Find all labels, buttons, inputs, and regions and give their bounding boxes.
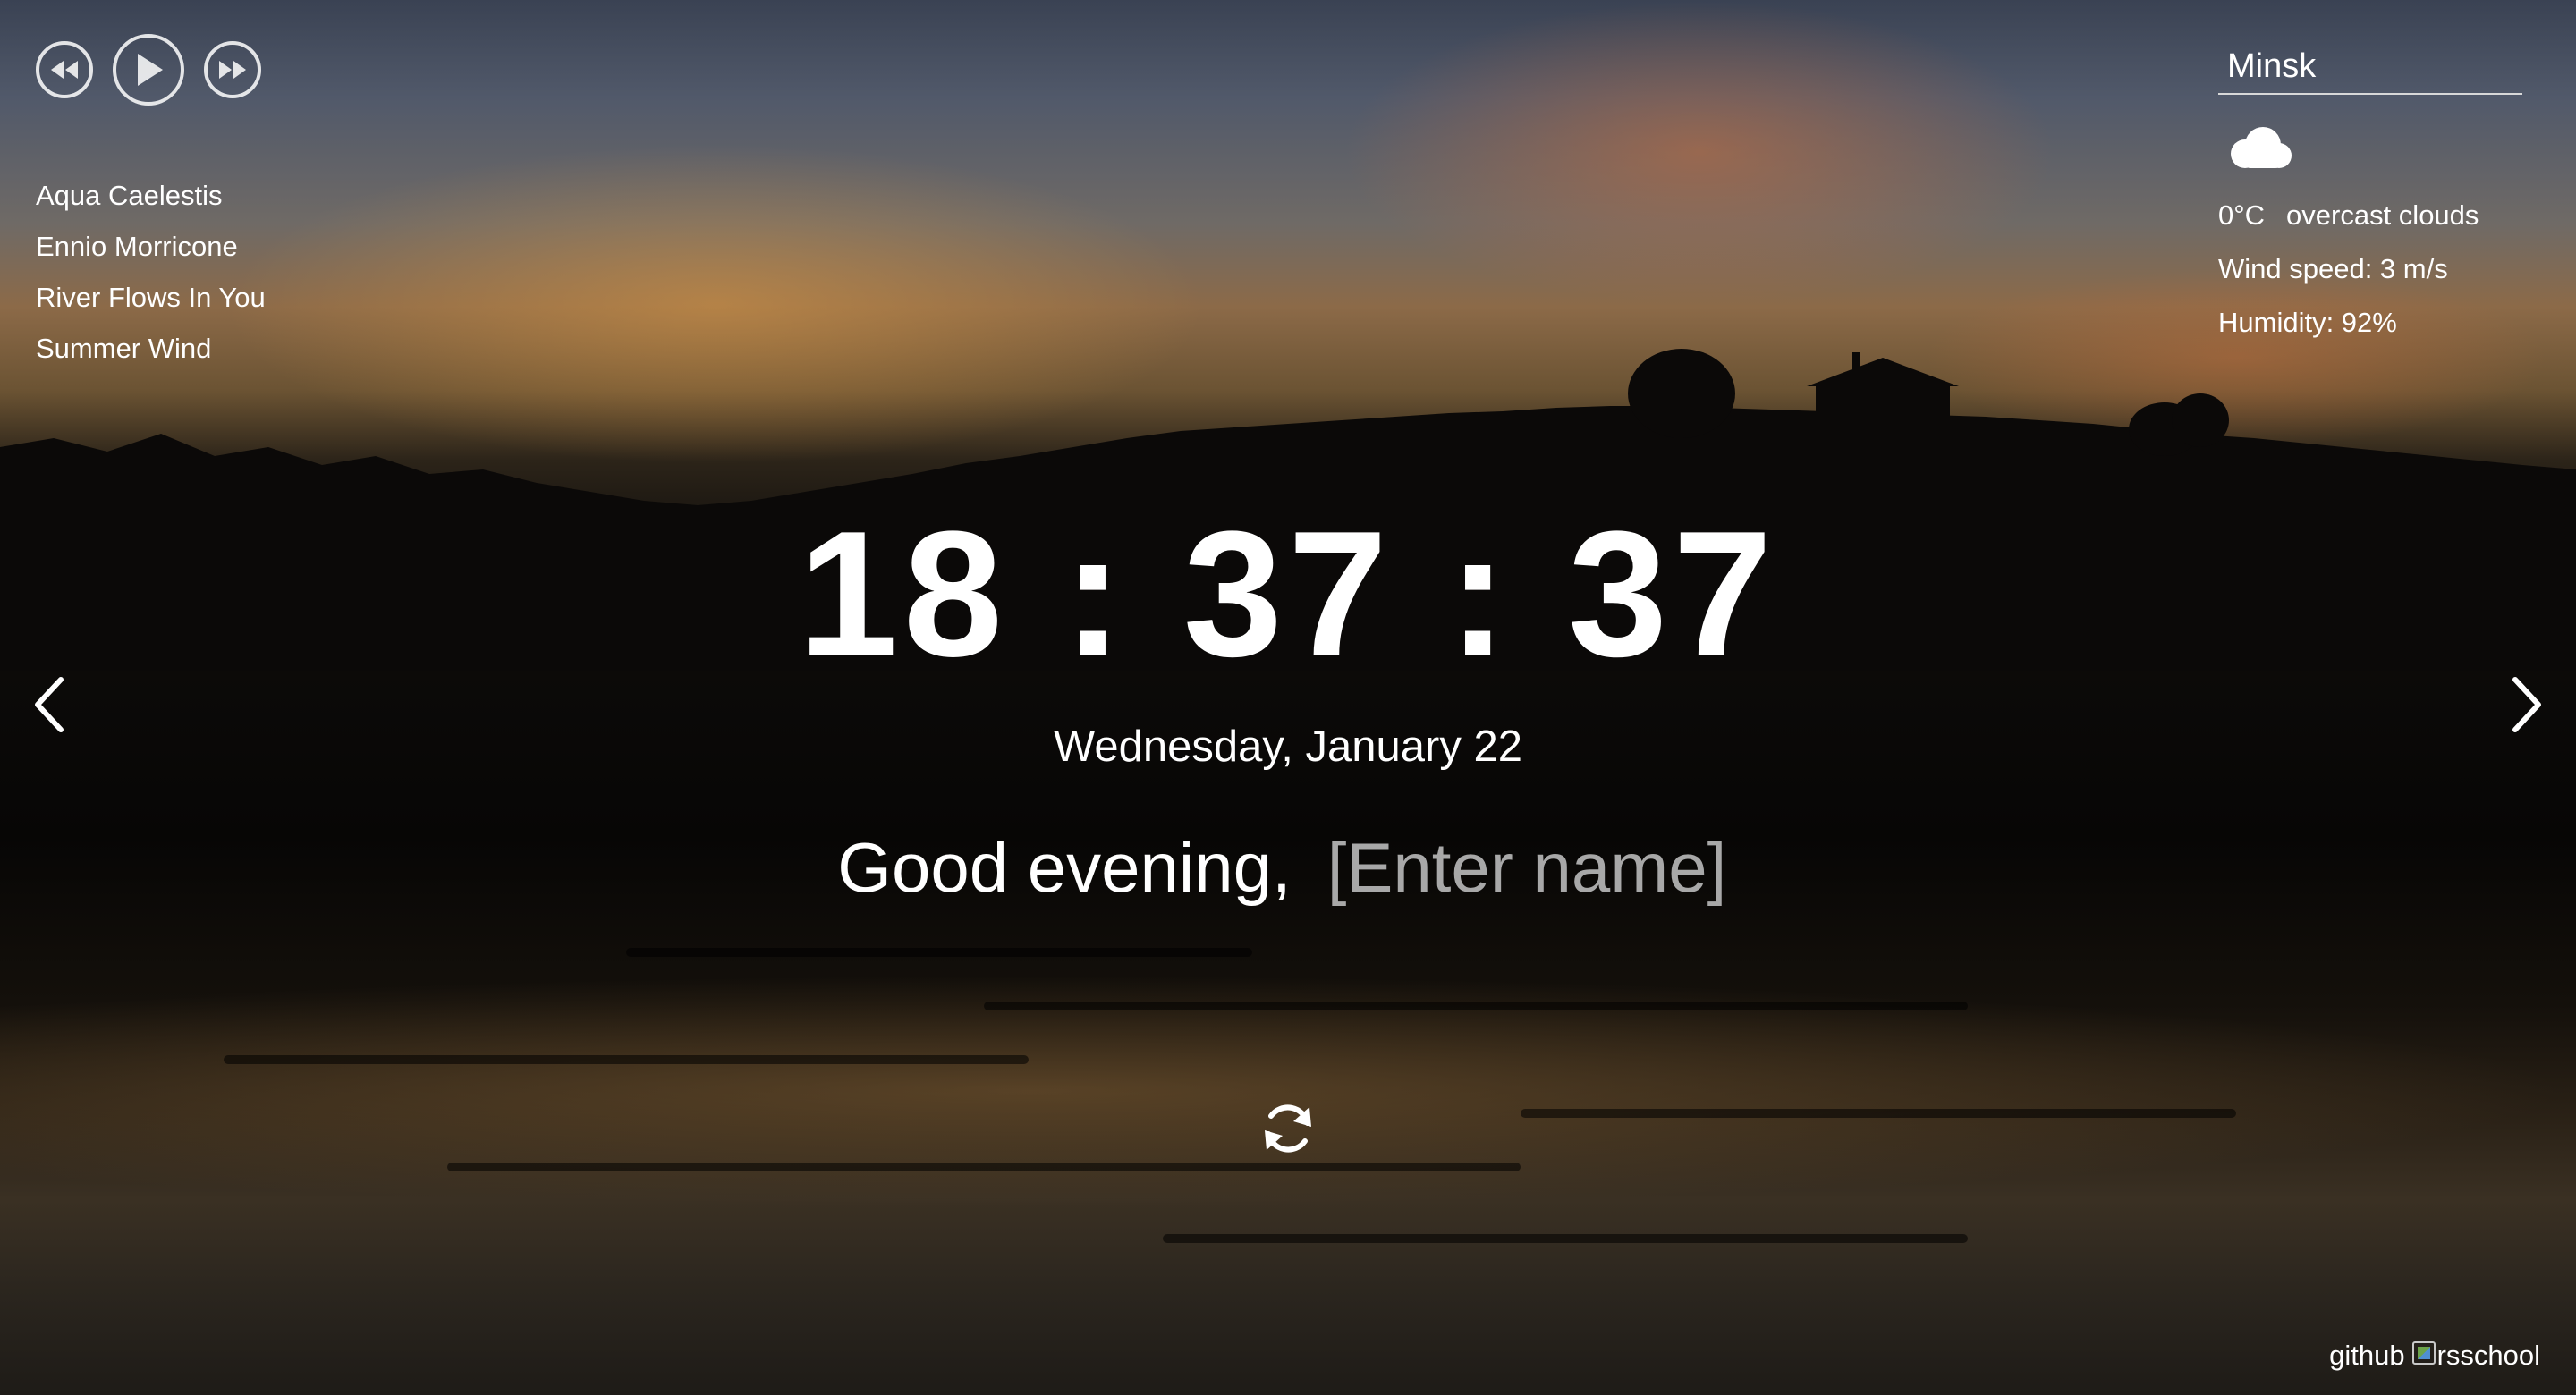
sunset-glow	[1342, 0, 2057, 304]
play-next-button[interactable]	[204, 41, 261, 98]
playlist-item[interactable]: River Flows In You	[36, 272, 266, 323]
weather-description: overcast clouds	[2286, 199, 2479, 231]
play-button[interactable]	[113, 34, 184, 106]
name-input[interactable]	[1326, 823, 1739, 912]
play-next-icon	[219, 61, 246, 79]
playlist-item[interactable]: Summer Wind	[36, 323, 266, 374]
wind-speed: Wind speed: 3 m/s	[2218, 253, 2448, 284]
footer: github rsschool	[2329, 1336, 2540, 1375]
play-prev-icon	[51, 61, 78, 79]
water-ripple	[447, 1162, 1521, 1171]
rsschool-alt-text: rsschool	[2436, 1340, 2540, 1371]
playlist: Aqua Caelestis Ennio Morricone River Flo…	[36, 170, 266, 374]
water-ripple	[984, 1002, 1968, 1010]
temperature: 0°C	[2218, 199, 2266, 231]
city-input[interactable]	[2218, 39, 2522, 95]
greeting-container: Good evening,	[0, 823, 2576, 912]
player-controls	[36, 34, 261, 106]
github-link[interactable]: github	[2329, 1336, 2404, 1375]
water-ripple	[1163, 1234, 1968, 1243]
water-ripple	[224, 1055, 1029, 1064]
humidity: Humidity: 92%	[2218, 307, 2397, 338]
date-label: Wednesday, January 22	[1054, 723, 1522, 771]
play-prev-button[interactable]	[36, 41, 93, 98]
refresh-icon	[1265, 1104, 1311, 1153]
cloud-icon	[2231, 127, 2292, 168]
clock-time: 18 : 37 : 37	[798, 495, 1778, 694]
playlist-item[interactable]: Ennio Morricone	[36, 221, 266, 272]
weather-temp-line: 0°C overcast clouds	[2218, 189, 2522, 242]
play-icon	[138, 54, 163, 86]
weather-widget: 0°C overcast clouds Wind speed: 3 m/s Hum…	[2218, 39, 2522, 350]
greeting-text: Good evening,	[837, 828, 1292, 907]
change-quote-button[interactable]	[1256, 1096, 1320, 1161]
background-slide: Aqua Caelestis Ennio Morricone River Flo…	[0, 0, 2576, 1395]
playlist-item[interactable]: Aqua Caelestis	[36, 170, 266, 221]
rsschool-link[interactable]: rsschool	[2411, 1336, 2540, 1375]
broken-image-icon	[2411, 1341, 2436, 1365]
water-ripple	[626, 948, 1252, 957]
water-ripple	[1521, 1109, 2236, 1118]
